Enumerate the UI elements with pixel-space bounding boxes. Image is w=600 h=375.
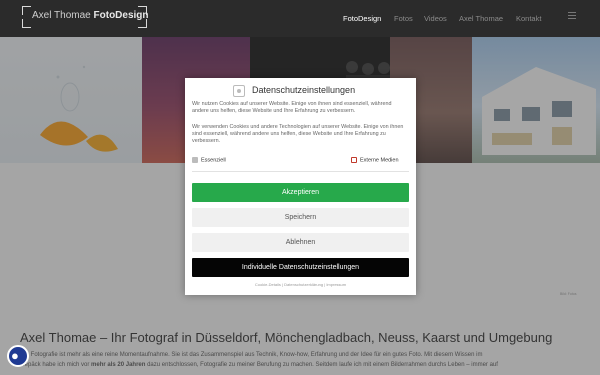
nav-item-videos[interactable]: Videos bbox=[424, 14, 447, 23]
logo-bold: FotoDesign bbox=[93, 10, 149, 21]
nav-item-fotos[interactable]: Fotos bbox=[394, 14, 413, 23]
nav-item-fotodesign[interactable]: FotoDesign bbox=[343, 14, 381, 23]
option-external-label: Externe Medien bbox=[360, 157, 399, 164]
option-external-media[interactable]: Externe Medien bbox=[351, 157, 399, 163]
site-header: Axel Thomae FotoDesign FotoDesign Fotos … bbox=[0, 0, 600, 37]
custom-settings-button[interactable]: Individuelle Datenschutzeinstellungen bbox=[192, 258, 409, 277]
privacy-logo-icon bbox=[233, 85, 245, 97]
logo-bracket bbox=[22, 19, 31, 28]
menu-icon[interactable] bbox=[568, 12, 576, 21]
accept-button[interactable]: Akzeptieren bbox=[192, 183, 409, 202]
dialog-title: Datenschutzeinstellungen bbox=[252, 85, 356, 95]
cookie-settings-icon[interactable]: ● bbox=[7, 345, 29, 367]
option-essential[interactable]: Essenziell bbox=[192, 157, 226, 163]
reject-button[interactable]: Ablehnen bbox=[192, 233, 409, 252]
site-logo[interactable]: Axel Thomae FotoDesign bbox=[22, 6, 149, 28]
dialog-text-2: Wir verwenden Cookies und andere Technol… bbox=[192, 124, 404, 145]
dialog-text-1: Wir nutzen Cookies auf unserer Website. … bbox=[192, 101, 392, 115]
privacy-settings-dialog: Datenschutzeinstellungen Wir nutzen Cook… bbox=[185, 78, 416, 295]
dialog-divider bbox=[192, 171, 409, 172]
nav-item-axel-thomae[interactable]: Axel Thomae bbox=[459, 14, 503, 23]
logo-bracket bbox=[22, 6, 31, 15]
logo-name: Axel Thomae bbox=[32, 10, 91, 21]
essential-checkbox[interactable] bbox=[192, 157, 198, 163]
logo-text: Axel Thomae FotoDesign bbox=[32, 10, 149, 21]
external-media-checkbox[interactable] bbox=[351, 157, 357, 163]
save-button[interactable]: Speichern bbox=[192, 208, 409, 227]
nav-item-kontakt[interactable]: Kontakt bbox=[516, 14, 541, 23]
dialog-links[interactable]: Cookie-Details | Datenschutzerklärung | … bbox=[185, 282, 416, 287]
option-essential-label: Essenziell bbox=[201, 157, 226, 164]
